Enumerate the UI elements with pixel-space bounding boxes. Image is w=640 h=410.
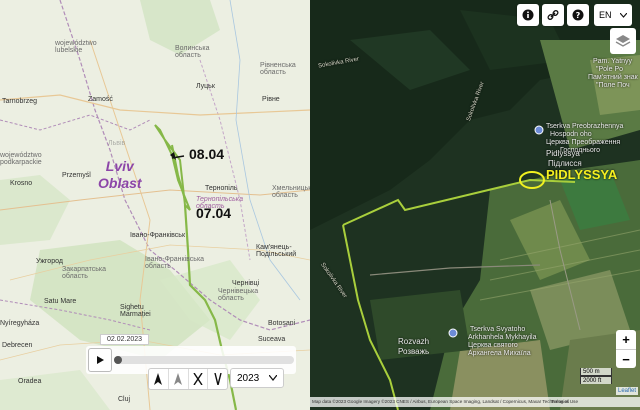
label-church-top-3: Церква Преображення — [546, 139, 621, 146]
link-button[interactable] — [542, 4, 564, 26]
label-lutsk: Луцьк — [196, 83, 215, 90]
label-zamosc: Zamość — [88, 96, 113, 103]
label-ivano-frankivska: Івано-Франківська область — [145, 256, 205, 270]
play-icon — [97, 356, 104, 364]
play-button[interactable] — [88, 348, 112, 372]
scale-imperial: 2000 ft — [580, 376, 612, 384]
info-button[interactable] — [517, 4, 539, 26]
zoom-control: + − — [616, 330, 636, 368]
label-zakarpatska: Закарпатська область — [62, 266, 107, 280]
label-church-top-2: Hospodn oho — [550, 131, 592, 138]
label-debrecen: Debrecen — [2, 342, 33, 349]
layers-button[interactable] — [610, 28, 636, 54]
label-cluj: Cluj — [118, 396, 131, 403]
label-pam-1: Pam. Yatnyy — [593, 58, 633, 65]
leaflet-link[interactable]: Leaflet — [616, 387, 639, 395]
year-select-value: 2023 — [237, 372, 260, 384]
label-uzhhorod: Ужгород — [36, 258, 63, 265]
label-rivne: Рівне — [262, 96, 280, 103]
label-church-bottom-1: Tserkva Svyatoho — [470, 326, 526, 333]
scale-metric: 500 m — [580, 368, 612, 376]
label-krosno: Krosno — [10, 180, 33, 187]
current-date-badge: 02.02.2023 — [100, 334, 150, 345]
heading-cross-button[interactable] — [189, 369, 209, 389]
left-map-panel[interactable]: województwo lubelskie Волинська область … — [0, 0, 310, 410]
heading-toolbar — [148, 368, 228, 390]
label-church-bottom-4: Архангела Михаїла — [468, 350, 531, 357]
help-button[interactable]: ? — [567, 4, 589, 26]
label-volynska: Волинська область — [175, 45, 210, 59]
label-sighetu: Sighetu Marmației — [120, 304, 151, 318]
label-pam-4: "Поле Поч — [596, 82, 630, 89]
heading-cross-icon — [193, 373, 203, 385]
chevron-down-icon — [620, 12, 627, 18]
attribution-text: Map data ©2023 Google Imagery ©2023 CNES… — [312, 399, 570, 404]
label-rozvazh-cyr: Розважь — [398, 347, 430, 356]
oblast-label: Lviv Oblast — [98, 158, 142, 191]
zoom-out-button[interactable]: − — [616, 350, 636, 368]
label-oradea: Oradea — [18, 378, 42, 385]
label-church-bottom-3: Церква святого — [468, 342, 518, 349]
label-wojewodztwo-lubelskie: województwo lubelskie — [55, 40, 97, 54]
attribution-bar: Map data ©2023 Google Imagery ©2023 CNES… — [310, 397, 640, 407]
help-icon: ? — [572, 9, 584, 21]
label-pidlyssya-highlight: PIDLYSSYA — [546, 167, 618, 182]
label-church-bottom-2: Arkhanhela Mykhayila — [468, 334, 537, 341]
svg-text:?: ? — [576, 11, 581, 20]
label-tarnobrzeg: Tarnobrzeg — [2, 98, 38, 105]
date-label-bottom: 07.04 — [196, 205, 232, 221]
date-label-top: 08.04 — [189, 146, 225, 162]
label-ternopil: Тернопіль — [205, 185, 238, 192]
label-chernivetska: Чернівецька область — [218, 288, 259, 302]
heading-split-icon — [213, 373, 222, 385]
label-pam-2: "Pole Po — [596, 66, 624, 73]
timeline-handle[interactable] — [114, 356, 122, 364]
label-church-top-1: Tserkva Preobrazhennya — [546, 123, 624, 130]
heading-north-dim-button[interactable] — [169, 369, 189, 389]
label-rivnenska: Рівненська область — [260, 62, 296, 76]
label-kamianets: Кам'янець- Подільський — [256, 244, 297, 258]
heading-north-dim-icon — [174, 373, 183, 385]
label-khmelnytska: Хмельницька область — [272, 185, 310, 199]
label-suceava: Suceava — [258, 336, 286, 343]
heading-north-icon — [154, 373, 163, 385]
timeline-slider[interactable] — [114, 356, 294, 364]
label-botosani: Botoșani — [268, 320, 296, 327]
chevron-down-icon — [269, 375, 277, 381]
year-select[interactable]: 2023 — [230, 368, 284, 388]
label-przemysl: Przemyśl — [62, 172, 91, 179]
language-value: EN — [599, 10, 612, 20]
label-lviv-shadow: Львів — [108, 140, 126, 147]
label-wojewodztwo-podkarpackie: województwo podkarpackie — [0, 152, 42, 166]
heading-north-button[interactable] — [149, 369, 169, 389]
info-icon — [522, 9, 534, 21]
label-pidlyssya-lat: Pidlyssya — [546, 149, 580, 158]
terms-link[interactable]: Terms of Use — [551, 397, 578, 407]
layers-icon — [615, 35, 631, 47]
zoom-in-button[interactable]: + — [616, 330, 636, 350]
label-rozvazh-lat: Rozvazh — [398, 337, 430, 346]
label-pam-3: Пам'ятний знак — [588, 74, 638, 81]
right-map-panel[interactable]: ? EN Pam. Yatnyy "Pole Po Пам'ятний знак… — [310, 0, 640, 410]
language-select[interactable]: EN — [594, 4, 632, 26]
label-satu-mare: Satu Mare — [44, 298, 77, 305]
label-nyiregyhaza: Nyíregyháza — [0, 320, 40, 327]
link-icon — [547, 9, 559, 21]
label-chernivtsi: Чернівці — [232, 280, 260, 287]
heading-split-button[interactable] — [208, 369, 227, 389]
label-ivano-frankivsk: Івано-Франківськ — [130, 232, 186, 239]
